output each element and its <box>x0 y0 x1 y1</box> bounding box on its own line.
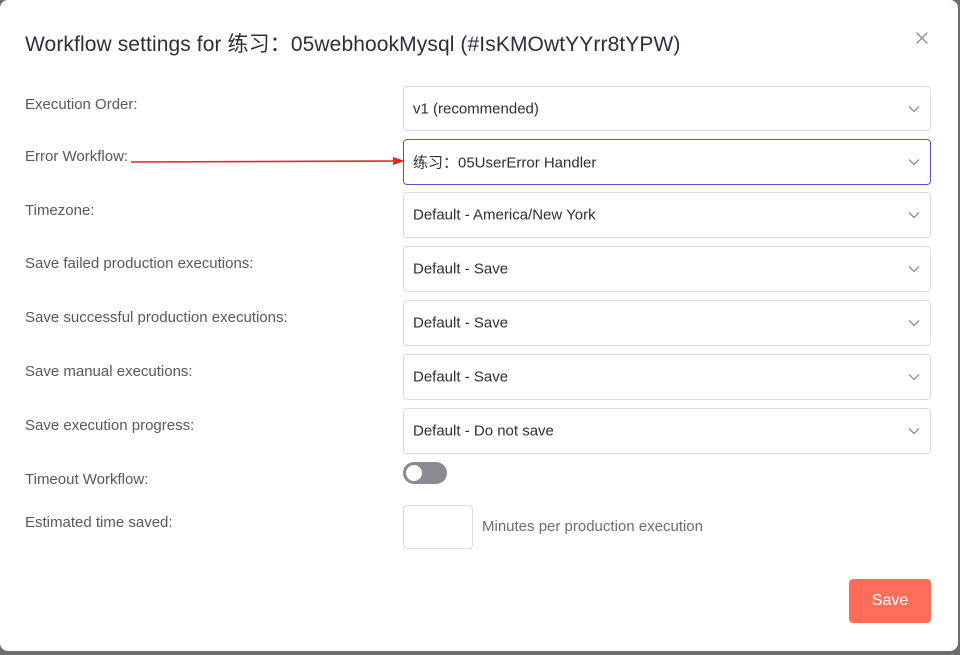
workflow-settings-dialog: Workflow settings for 练习：05webhookMysql … <box>0 0 958 651</box>
timeout-workflow-toggle[interactable] <box>403 462 447 484</box>
save-failed-value: Default - Save <box>413 260 509 278</box>
chevron-down-icon <box>908 159 920 166</box>
save-manual-value: Default - Save <box>413 368 509 386</box>
chevron-down-icon <box>908 212 920 219</box>
estimated-time-saved-input[interactable] <box>403 505 473 549</box>
error-workflow-label: Error Workflow: <box>25 148 129 165</box>
save-failed-label: Save failed production executions: <box>25 255 254 272</box>
chevron-down-icon <box>908 320 920 327</box>
save-manual-label: Save manual executions: <box>25 363 193 380</box>
timezone-label: Timezone: <box>25 202 95 219</box>
save-progress-value: Default - Do not save <box>413 422 554 440</box>
error-workflow-select[interactable]: 练习：05UserError Handler <box>403 139 931 185</box>
save-successful-label: Save successful production executions: <box>25 309 288 326</box>
execution-order-select[interactable]: v1 (recommended) <box>403 86 931 131</box>
save-button[interactable]: Save <box>849 579 931 623</box>
chevron-down-icon <box>908 266 920 273</box>
save-successful-value: Default - Save <box>413 314 509 332</box>
save-manual-select[interactable]: Default - Save <box>403 354 931 400</box>
execution-order-label: Execution Order: <box>25 96 138 113</box>
dialog-title: Workflow settings for 练习：05webhookMysql … <box>25 33 681 56</box>
save-failed-select[interactable]: Default - Save <box>403 246 931 292</box>
chevron-down-icon <box>908 374 920 381</box>
timezone-select[interactable]: Default - America/New York <box>403 192 931 238</box>
timeout-workflow-label: Timeout Workflow: <box>25 471 149 488</box>
chevron-down-icon <box>908 428 920 435</box>
save-progress-label: Save execution progress: <box>25 417 195 434</box>
close-icon[interactable] <box>912 28 932 48</box>
minutes-suffix: Minutes per production execution <box>482 518 703 535</box>
estimated-time-saved-label: Estimated time saved: <box>25 514 173 531</box>
save-progress-select[interactable]: Default - Do not save <box>403 408 931 454</box>
error-workflow-value: 练习：05UserError Handler <box>413 154 597 172</box>
timezone-value: Default - America/New York <box>413 206 596 224</box>
execution-order-value: v1 (recommended) <box>413 100 539 117</box>
toggle-knob <box>406 465 422 481</box>
save-successful-select[interactable]: Default - Save <box>403 300 931 346</box>
chevron-down-icon <box>908 105 920 112</box>
